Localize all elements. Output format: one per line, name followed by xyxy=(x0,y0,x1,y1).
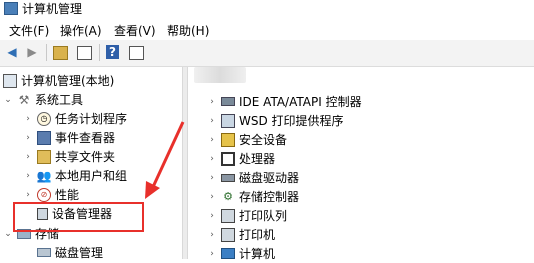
annotation-arrow xyxy=(145,121,185,199)
